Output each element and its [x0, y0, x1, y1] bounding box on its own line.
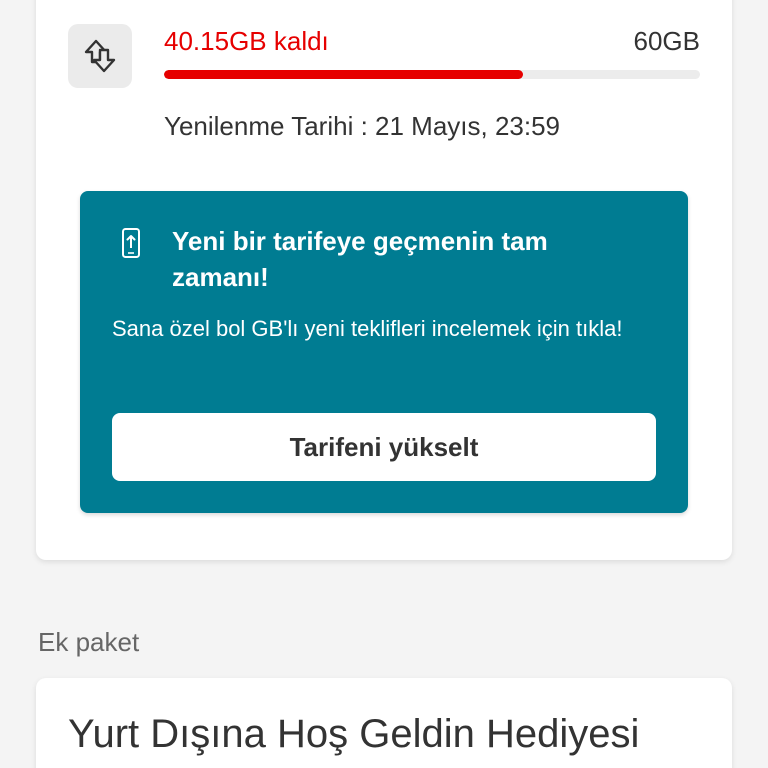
- addon-section-title: Ek paket: [38, 627, 140, 657]
- addon-package-card[interactable]: Yurt Dışına Hoş Geldin Hediyesi: [36, 678, 732, 768]
- upgrade-tariff-button[interactable]: Tarifeni yükselt: [112, 413, 656, 481]
- addon-package-name: Yurt Dışına Hoş Geldin Hediyesi: [68, 712, 640, 756]
- remaining-data-label: 40.15GB kaldı: [164, 26, 329, 56]
- phone-upgrade-icon: [120, 227, 142, 259]
- promo-title: Yeni bir tarifeye geçmenin tam zamanı!: [172, 226, 548, 292]
- renewal-date-text: Yenilenme Tarihi : 21 Mayıs, 23:59: [164, 111, 561, 141]
- promo-description: Sana özel bol GB'lı yeni teklifleri ince…: [112, 316, 623, 341]
- data-usage-progress-bar: [164, 70, 700, 79]
- upgrade-promo-banner[interactable]: Yeni bir tarifeye geçmenin tam zamanı! S…: [80, 191, 688, 513]
- data-transfer-arrows-icon: [68, 24, 132, 88]
- total-data-label: 60GB: [633, 26, 701, 56]
- data-usage-progress-fill: [164, 70, 524, 79]
